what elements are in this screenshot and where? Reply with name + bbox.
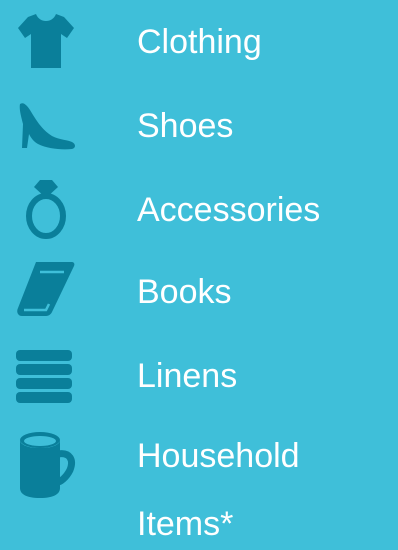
menu-item-household-items[interactable]: Household Items* (0, 422, 398, 550)
high-heel-shoe-icon (14, 92, 78, 156)
menu-item-label: Shoes (137, 107, 234, 145)
menu-item-shoes[interactable]: Shoes (0, 92, 398, 156)
menu-item-label-line2: Items* (137, 505, 234, 543)
folded-linens-icon (14, 342, 78, 406)
menu-item-books[interactable]: Books (0, 258, 398, 322)
menu-item-linens[interactable]: Linens (0, 342, 398, 406)
menu-item-clothing[interactable]: Clothing (0, 8, 398, 72)
ring-icon (14, 176, 78, 240)
category-menu: Clothing Shoes Accessories Books Linens … (0, 0, 398, 550)
mug-icon (14, 428, 78, 500)
menu-item-label: Accessories (137, 191, 321, 229)
menu-item-label: Linens (137, 357, 238, 395)
menu-item-label: Books (137, 273, 232, 311)
book-icon (14, 258, 78, 322)
menu-item-accessories[interactable]: Accessories (0, 176, 398, 240)
tshirt-icon (14, 8, 78, 72)
menu-item-label: Clothing (137, 23, 262, 61)
menu-item-label: Household (137, 437, 300, 475)
